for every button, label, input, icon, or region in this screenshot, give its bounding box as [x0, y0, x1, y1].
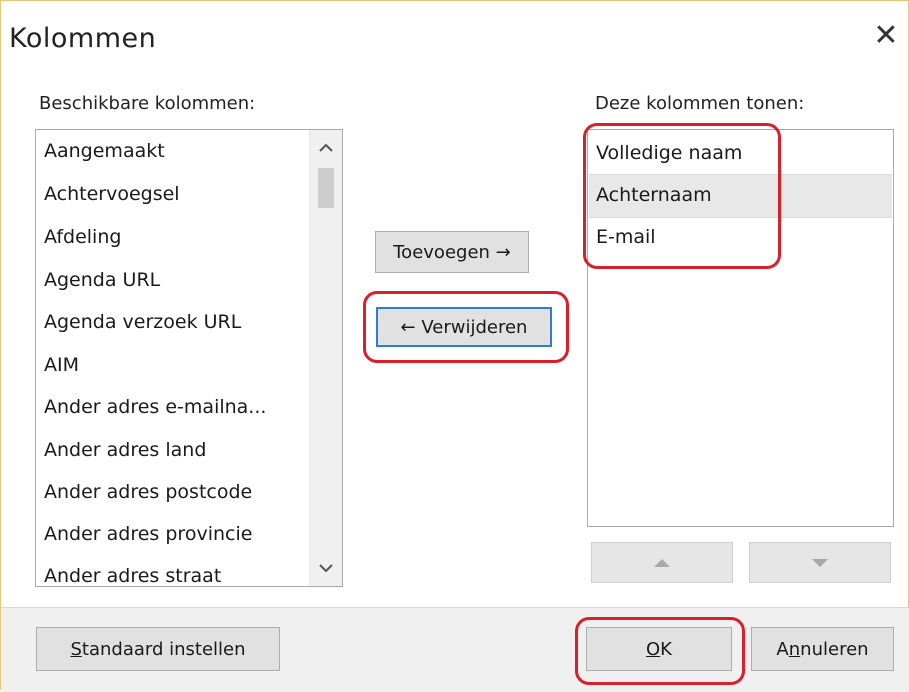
- triangle-up-icon: [654, 559, 670, 567]
- access-key: S: [70, 638, 82, 660]
- triangle-down-icon: [812, 559, 828, 567]
- cancel-button[interactable]: Annuleren: [751, 627, 894, 671]
- button-label: nuleren: [800, 638, 869, 660]
- list-item[interactable]: AIM: [44, 354, 79, 376]
- scrollbar-thumb[interactable]: [318, 168, 334, 208]
- access-key: O: [646, 638, 661, 660]
- list-item[interactable]: Ander adres land: [44, 439, 206, 461]
- button-label: tandaard instellen: [81, 638, 246, 660]
- button-label: K: [660, 638, 672, 660]
- remove-column-button[interactable]: ← Verwijderen: [376, 307, 552, 347]
- available-list-scrollbar[interactable]: [309, 130, 342, 586]
- available-columns-list[interactable]: Aangemaakt Achtervoegsel Afdeling Agenda…: [35, 129, 343, 587]
- shown-columns-label: Deze kolommen tonen:: [595, 93, 805, 114]
- list-item[interactable]: Achtervoegsel: [44, 183, 180, 205]
- list-item[interactable]: Agenda verzoek URL: [44, 311, 241, 333]
- list-item[interactable]: Volledige naam: [596, 142, 742, 164]
- list-item[interactable]: E-mail: [596, 226, 656, 248]
- close-icon[interactable]: ✕: [869, 19, 903, 53]
- list-item[interactable]: Ander adres e-mailna...: [44, 396, 266, 418]
- list-item[interactable]: Ander adres postcode: [44, 481, 252, 503]
- chevron-up-icon[interactable]: [310, 134, 342, 164]
- available-columns-label: Beschikbare kolommen:: [39, 93, 256, 114]
- chevron-down-icon[interactable]: [310, 554, 342, 584]
- add-column-button[interactable]: Toevoegen →: [375, 231, 529, 273]
- reset-defaults-button[interactable]: Standaard instellen: [36, 627, 280, 671]
- ok-button[interactable]: OK: [586, 627, 732, 671]
- list-item[interactable]: Afdeling: [44, 226, 121, 248]
- list-item[interactable]: Achternaam: [596, 184, 712, 206]
- dialog-title: Kolommen: [9, 23, 157, 54]
- move-up-button[interactable]: [591, 542, 733, 583]
- list-item[interactable]: Aangemaakt: [44, 140, 165, 162]
- columns-dialog: Kolommen ✕ Beschikbare kolommen: Aangema…: [0, 0, 909, 692]
- list-item[interactable]: Ander adres provincie: [44, 523, 252, 545]
- access-key: n: [788, 638, 801, 660]
- list-item[interactable]: Ander adres straat: [44, 565, 221, 586]
- move-down-button[interactable]: [749, 542, 891, 583]
- button-label: A: [776, 638, 789, 660]
- list-item[interactable]: Agenda URL: [44, 269, 160, 291]
- shown-columns-list[interactable]: Volledige naam Achternaam E-mail: [587, 129, 894, 527]
